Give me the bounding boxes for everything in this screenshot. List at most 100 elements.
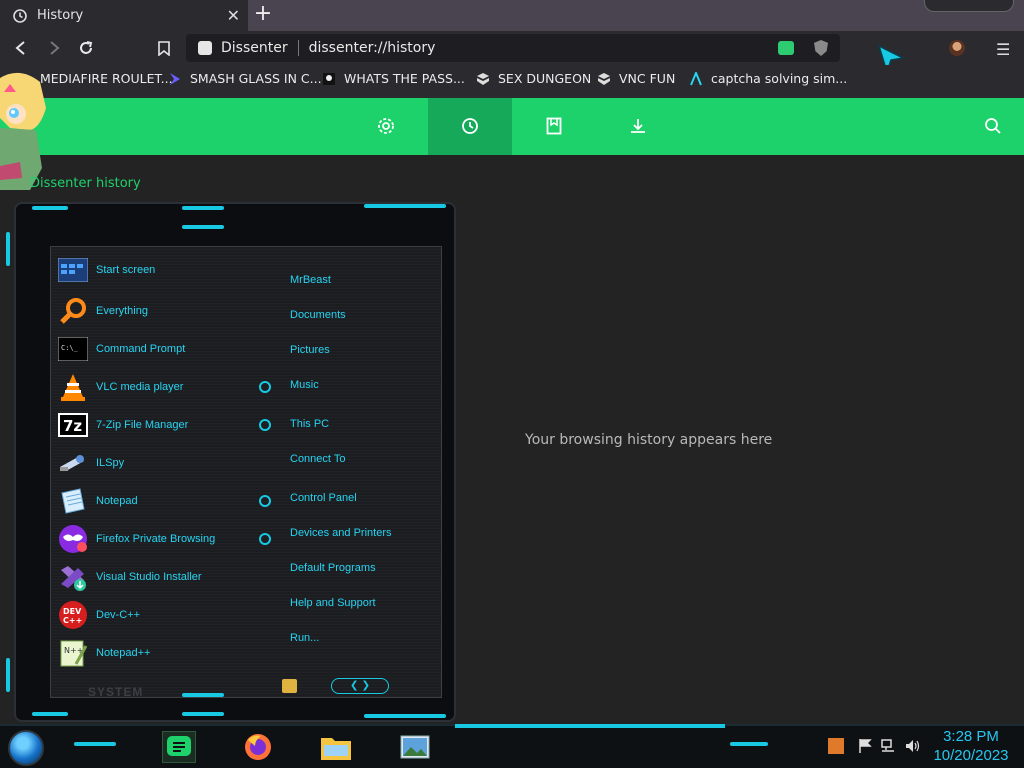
flag-icon[interactable] xyxy=(857,738,873,754)
notepad-icon xyxy=(58,487,88,515)
place-default-programs[interactable]: Default Programs xyxy=(290,562,376,574)
bookmarks-bar: MEDIAFIRE ROULET... SMASH GLASS IN C... … xyxy=(0,65,1024,98)
place-this-pc[interactable]: This PC xyxy=(290,418,329,430)
program-everything[interactable]: Everything xyxy=(58,296,148,326)
tray-app-icon[interactable] xyxy=(828,738,844,754)
dissenter-comments-icon[interactable] xyxy=(778,41,794,55)
program-label: ILSpy xyxy=(96,457,125,469)
program-visual-studio-installer[interactable]: Visual Studio Installer xyxy=(58,562,202,592)
close-tab-icon[interactable]: ✕ xyxy=(227,6,240,25)
dissenter-icon xyxy=(167,736,191,756)
bookmark-item[interactable]: captcha solving sim... xyxy=(689,71,847,86)
reload-icon xyxy=(80,41,93,54)
reload-button[interactable] xyxy=(75,37,97,59)
bookmark-item[interactable]: VNC FUN xyxy=(597,71,675,86)
place-music[interactable]: Music xyxy=(290,379,319,391)
search-icon xyxy=(985,118,1001,134)
tab-history[interactable]: History ✕ xyxy=(0,0,248,31)
program-notepad[interactable]: Notepad xyxy=(58,486,138,516)
shutdown-icon[interactable] xyxy=(282,679,297,693)
place-devices-printers[interactable]: Devices and Printers xyxy=(290,527,392,539)
back-arrow-icon xyxy=(15,41,25,55)
program-label: Start screen xyxy=(96,264,156,276)
menu-icon[interactable]: ☰ xyxy=(996,40,1010,59)
address-bar[interactable]: Dissenter dissenter://history xyxy=(186,34,840,62)
desktop: History ✕ + Dissenter dissenter://histor… xyxy=(0,0,1024,768)
bookmark-item[interactable]: SEX DUNGEON xyxy=(476,71,591,86)
empty-history-message: Your browsing history appears here xyxy=(525,432,773,448)
program-firefox-private[interactable]: Firefox Private Browsing xyxy=(58,524,215,554)
bookmark-label: VNC FUN xyxy=(619,71,676,86)
frame-accent xyxy=(32,712,68,716)
bookmark-item[interactable]: WHATS THE PASS... xyxy=(322,71,465,86)
7zip-icon: 7z xyxy=(58,411,88,439)
shutdown-options-arrows-icon[interactable]: ❮ ❯ xyxy=(331,678,389,694)
frame-accent xyxy=(32,206,68,210)
settings-button[interactable] xyxy=(374,114,398,138)
place-documents[interactable]: Documents xyxy=(290,309,346,321)
tab-title: History xyxy=(37,8,84,23)
ilspy-icon xyxy=(58,449,88,477)
window-controls[interactable] xyxy=(924,0,1014,12)
place-mrbeast[interactable]: MrBeast xyxy=(290,274,331,286)
firefox-icon xyxy=(245,734,271,760)
search-button[interactable] xyxy=(981,114,1005,138)
frame-accent xyxy=(182,225,224,229)
taskbar-app-photos[interactable] xyxy=(398,731,432,763)
frame-accent xyxy=(364,714,446,718)
taskbar-app-dissenter[interactable] xyxy=(162,731,196,763)
program-label: Firefox Private Browsing xyxy=(96,533,216,545)
network-icon[interactable] xyxy=(880,738,896,754)
place-connect-to[interactable]: Connect To xyxy=(290,453,345,465)
back-button[interactable] xyxy=(10,37,32,59)
taskbar-accent-bar xyxy=(455,724,725,728)
bookmarks-button[interactable] xyxy=(542,114,566,138)
file-explorer-icon xyxy=(321,738,351,760)
frame-accent xyxy=(6,232,10,266)
profile-avatar[interactable] xyxy=(949,40,965,56)
svg-text:DEV: DEV xyxy=(63,607,82,616)
place-control-panel[interactable]: Control Panel xyxy=(290,492,357,504)
program-label: Visual Studio Installer xyxy=(96,571,202,583)
taskbar-app-file-explorer[interactable] xyxy=(319,731,353,763)
magnifier-icon xyxy=(58,297,88,325)
program-vlc[interactable]: VLC media player xyxy=(58,372,183,402)
download-icon xyxy=(631,119,645,133)
system-label: SYSTEM xyxy=(88,685,144,699)
bookmark-label: SEX DUNGEON xyxy=(498,71,592,86)
address-separator xyxy=(297,40,299,56)
history-clock-icon xyxy=(462,118,478,134)
frame-accent xyxy=(364,204,446,208)
place-run[interactable]: Run... xyxy=(290,632,319,644)
taskbar-accent xyxy=(74,742,116,746)
program-devcpp[interactable]: DEV C++ Dev-C++ xyxy=(58,600,140,630)
bookmark-button[interactable] xyxy=(153,37,175,59)
taskbar-app-firefox[interactable] xyxy=(241,731,275,763)
firefox-private-icon xyxy=(58,525,88,553)
program-7zip[interactable]: 7z 7-Zip File Manager xyxy=(58,410,188,440)
forward-button[interactable] xyxy=(43,37,65,59)
bookmark-favicon-icon xyxy=(323,72,335,85)
program-label: 7-Zip File Manager xyxy=(96,419,189,431)
site-name: Dissenter xyxy=(221,40,288,56)
place-pictures[interactable]: Pictures xyxy=(290,344,330,356)
history-button[interactable] xyxy=(458,114,482,138)
program-notepadpp[interactable]: N++ Notepad++ xyxy=(58,638,150,668)
downloads-button[interactable] xyxy=(626,114,650,138)
bookmark-item[interactable]: SMASH GLASS IN C... xyxy=(168,71,322,86)
dissenter-app-bar xyxy=(0,98,1024,155)
start-orb-icon[interactable] xyxy=(8,730,44,766)
program-start-screen[interactable]: Start screen xyxy=(58,255,155,285)
system-clock[interactable]: 3:28 PM 10/20/2023 xyxy=(928,727,1014,765)
bookmark-item[interactable]: MEDIAFIRE ROULET... xyxy=(40,71,173,86)
program-ilspy[interactable]: ILSpy xyxy=(58,448,124,478)
submenu-arrow-icon xyxy=(259,495,271,507)
program-command-prompt[interactable]: C:\_ Command Prompt xyxy=(58,334,185,364)
place-help-support[interactable]: Help and Support xyxy=(290,597,376,609)
bookmark-label: captcha solving sim... xyxy=(711,71,848,86)
volume-icon[interactable] xyxy=(904,738,920,754)
new-tab-button[interactable]: + xyxy=(252,3,274,25)
tab-strip: History ✕ + xyxy=(0,0,1024,31)
forward-arrow-icon xyxy=(50,41,60,55)
bookmark-label: WHATS THE PASS... xyxy=(344,71,465,86)
